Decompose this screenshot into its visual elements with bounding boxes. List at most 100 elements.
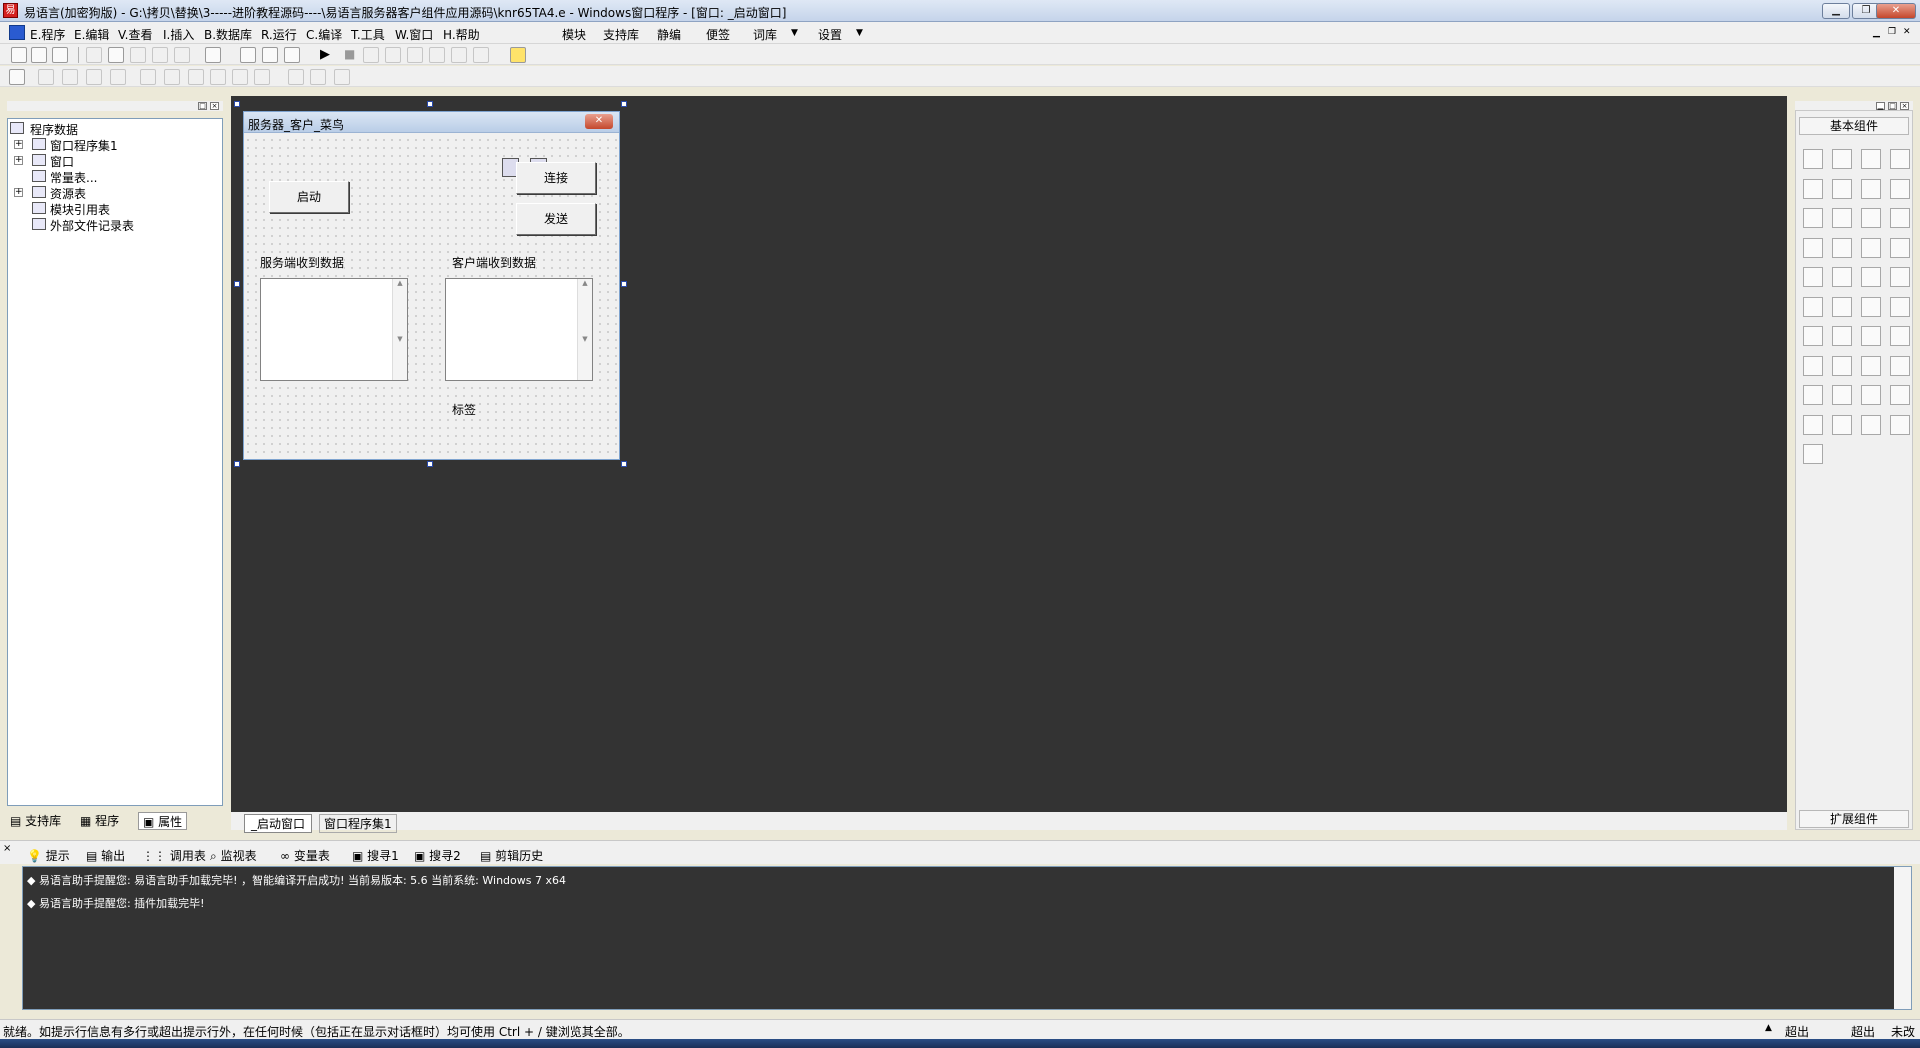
space-horizontal-icon[interactable] bbox=[188, 69, 204, 85]
palette-pointer-icon[interactable] bbox=[1803, 149, 1823, 169]
palette-date-icon[interactable] bbox=[1861, 296, 1881, 317]
palette-label-icon[interactable] bbox=[1832, 149, 1852, 169]
hand-icon[interactable] bbox=[473, 47, 489, 63]
palette-box-icon[interactable] bbox=[1832, 178, 1852, 199]
server-textbox-scrollbar[interactable]: ▲ ▼ bbox=[392, 279, 407, 380]
palette-odbc-icon[interactable] bbox=[1890, 414, 1910, 435]
send-button[interactable]: 发送 bbox=[516, 203, 596, 235]
palette-checkbox-icon[interactable] bbox=[1803, 208, 1823, 228]
menu-support-lib[interactable]: 支持库 bbox=[603, 26, 639, 43]
copy-icon[interactable] bbox=[108, 47, 124, 63]
tab-window-assembly[interactable]: 窗口程序集1 bbox=[319, 814, 397, 833]
align-bottom-icon[interactable] bbox=[110, 69, 126, 85]
output-close-icon[interactable]: × bbox=[3, 843, 11, 854]
size-width-icon[interactable] bbox=[288, 69, 304, 85]
client-received-textbox[interactable]: ▲ ▼ bbox=[445, 278, 593, 381]
palette-frame-icon[interactable] bbox=[1803, 267, 1823, 287]
open-file-icon[interactable] bbox=[31, 47, 47, 63]
resize-handle[interactable] bbox=[621, 461, 627, 467]
output-pane[interactable]: ◆ 易语言助手提醒您: 易语言助手加载完毕! ，智能编译开启成功! 当前易版本:… bbox=[22, 866, 1912, 1010]
space-vertical-icon[interactable] bbox=[210, 69, 226, 85]
palette-printer-icon[interactable] bbox=[1832, 326, 1852, 346]
palette-server-icon[interactable] bbox=[1861, 355, 1881, 376]
palette-image-box-icon[interactable] bbox=[1890, 267, 1910, 287]
palette-edit-box-icon[interactable] bbox=[1832, 296, 1852, 317]
size-both-icon[interactable] bbox=[334, 69, 350, 85]
resize-handle[interactable] bbox=[427, 101, 433, 107]
find-icon[interactable] bbox=[205, 47, 221, 63]
step-out-icon[interactable] bbox=[407, 47, 423, 63]
palette-chart-icon[interactable] bbox=[1861, 414, 1881, 435]
tab-variables[interactable]: ∞ 变量表 bbox=[280, 847, 330, 864]
breakpoint-icon[interactable] bbox=[451, 47, 467, 63]
menu-static-compile[interactable]: 静编 bbox=[657, 26, 681, 43]
palette-panel-icon[interactable] bbox=[1890, 208, 1910, 228]
mdi-restore-icon[interactable]: ❐ bbox=[1888, 27, 1896, 37]
palette-tab-icon[interactable] bbox=[1861, 385, 1881, 405]
palette-spin-icon[interactable] bbox=[1832, 237, 1852, 258]
paste-icon[interactable] bbox=[130, 47, 146, 63]
palette-listbox-icon[interactable] bbox=[1803, 237, 1823, 258]
palette-data-icon[interactable] bbox=[1832, 385, 1852, 405]
expand-icon[interactable]: + bbox=[14, 140, 23, 149]
palette-scroll-h-icon[interactable] bbox=[1890, 237, 1910, 258]
binoculars-icon[interactable] bbox=[510, 47, 526, 63]
expand-icon[interactable]: + bbox=[14, 188, 23, 197]
tab-search1[interactable]: ▣ 搜寻1 bbox=[352, 847, 399, 864]
client-textbox-scrollbar[interactable]: ▲ ▼ bbox=[577, 279, 592, 380]
palette-scroll-v-icon[interactable] bbox=[1861, 237, 1881, 258]
layout-3-icon[interactable] bbox=[284, 47, 300, 63]
menu-compile[interactable]: C.编译 bbox=[306, 26, 342, 43]
tab-support-lib[interactable]: ▤ 支持库 bbox=[10, 812, 61, 830]
palette-progress-icon[interactable] bbox=[1861, 267, 1881, 287]
expand-icon[interactable]: + bbox=[14, 156, 23, 165]
tab-search2[interactable]: ▣ 搜寻2 bbox=[414, 847, 461, 864]
minimize-button[interactable]: ▁ bbox=[1822, 3, 1850, 19]
align-left-icon[interactable] bbox=[38, 69, 54, 85]
center-vertical-icon[interactable] bbox=[164, 69, 180, 85]
palette-calendar-icon[interactable] bbox=[1803, 296, 1823, 317]
redo-icon[interactable] bbox=[174, 47, 190, 63]
scroll-up-icon[interactable]: ▲ bbox=[1765, 1023, 1772, 1033]
layout-1-icon[interactable] bbox=[240, 47, 256, 63]
tab-clip-history[interactable]: ▤ 剪辑历史 bbox=[480, 847, 543, 864]
connect-button[interactable]: 连接 bbox=[516, 162, 596, 194]
palette-edit-icon[interactable] bbox=[1803, 178, 1823, 199]
menu-tools[interactable]: T.工具 bbox=[351, 26, 385, 43]
palette-picture-icon[interactable] bbox=[1861, 149, 1881, 169]
palette-tree-icon[interactable] bbox=[1803, 414, 1823, 435]
tab-output[interactable]: ▤ 输出 bbox=[86, 847, 125, 864]
close-button[interactable]: ✕ bbox=[1876, 3, 1916, 19]
cut-icon[interactable] bbox=[86, 47, 102, 63]
palette-group-icon[interactable] bbox=[1861, 208, 1881, 228]
palette-doc-icon[interactable] bbox=[1890, 296, 1910, 317]
tab-call-table[interactable]: ⋮⋮ 调用表 bbox=[142, 847, 206, 864]
tab-hint[interactable]: 💡 提示 bbox=[27, 847, 70, 864]
mdi-close-icon[interactable]: ✕ bbox=[1903, 27, 1911, 37]
menu-settings[interactable]: 设置 bbox=[818, 26, 842, 43]
palette-float-icon[interactable]: □ bbox=[1888, 102, 1897, 110]
mdi-minimize-icon[interactable]: ▁ bbox=[1873, 28, 1880, 38]
form-window[interactable]: 服务器_客户_菜鸟 ✕ 连接 发送 启动 服务端收到数据 客户端收到数据 ▲ ▼ … bbox=[243, 111, 620, 460]
server-received-textbox[interactable]: ▲ ▼ bbox=[260, 278, 408, 381]
panel-close-icon[interactable]: × bbox=[210, 102, 219, 110]
menu-module[interactable]: 模块 bbox=[562, 26, 586, 43]
palette-toolbar-icon[interactable] bbox=[1803, 326, 1823, 346]
same-height-icon[interactable] bbox=[254, 69, 270, 85]
palette-radio-icon[interactable] bbox=[1832, 208, 1852, 228]
layout-2-icon[interactable] bbox=[262, 47, 278, 63]
tab-watch[interactable]: ⌕ 监视表 bbox=[210, 847, 257, 864]
output-scrollbar[interactable] bbox=[1894, 867, 1911, 1009]
menu-run[interactable]: R.运行 bbox=[261, 26, 297, 43]
menu-edit[interactable]: E.编辑 bbox=[74, 26, 109, 43]
palette-data-grid-icon[interactable] bbox=[1832, 414, 1852, 435]
form-close-icon[interactable]: ✕ bbox=[585, 114, 613, 129]
size-height-icon[interactable] bbox=[310, 69, 326, 85]
palette-client-icon[interactable] bbox=[1890, 355, 1910, 376]
resize-handle[interactable] bbox=[427, 461, 433, 467]
center-horizontal-icon[interactable] bbox=[140, 69, 156, 85]
align-top-icon[interactable] bbox=[86, 69, 102, 85]
menu-insert[interactable]: I.插入 bbox=[163, 26, 194, 43]
menu-database[interactable]: B.数据库 bbox=[204, 26, 252, 43]
step-into-icon[interactable] bbox=[363, 47, 379, 63]
